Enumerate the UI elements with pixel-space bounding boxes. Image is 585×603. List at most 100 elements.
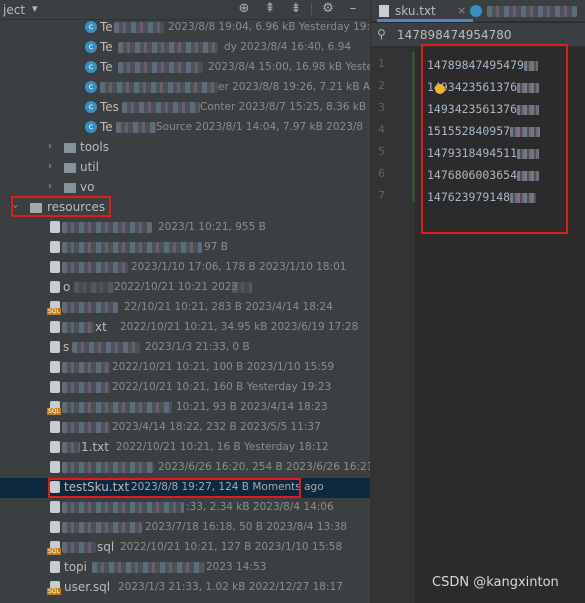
gear-icon[interactable]: ⚙	[320, 1, 336, 17]
file-name: testSku.txt	[64, 480, 130, 494]
line-number: 7	[378, 189, 385, 202]
file-icon	[50, 321, 60, 333]
tree-row-util[interactable]: › util	[0, 158, 370, 178]
tree-row[interactable]: s 2023/1/3 21:33, 0 B	[0, 338, 370, 358]
tree-row[interactable]: 2023/1/10 17:06, 178 B 2023/1/10 18:01	[0, 258, 370, 278]
collapse-all-icon[interactable]: ⇞	[262, 1, 278, 17]
file-meta: 2022/10/21 10:21, 127 B 2023/1/10 15:58	[120, 541, 343, 553]
project-panel: ject ▾ ⊕ ⇞ ⇟ ⚙ – c Te 2023/8/8 19:04, 6.…	[0, 0, 370, 603]
file-name: Te	[100, 120, 113, 134]
tree-row[interactable]: 2022/10/21 10:21, 100 B 2023/1/10 15:59	[0, 358, 370, 378]
file-icon	[50, 441, 60, 453]
file-icon	[50, 241, 60, 253]
watermark: CSDN @kangxinton	[432, 575, 559, 590]
folder-icon	[64, 183, 76, 193]
tree-row[interactable]: 2023/1 10:21, 955 B	[0, 218, 370, 238]
java-class-icon: c	[85, 21, 97, 33]
tree-row[interactable]: 2023/7/18 16:18, 50 B 2023/8/4 13:38	[0, 518, 370, 538]
tree-row[interactable]: user.sql 2023/1/3 21:33, 1.02 kB 2022/12…	[0, 578, 370, 598]
tree-row[interactable]: 10:21, 93 B 2023/4/14 18:23	[0, 398, 370, 418]
line-number: 6	[378, 167, 385, 180]
search-input[interactable]: 147898474954780	[397, 28, 512, 42]
chevron-right-icon[interactable]: ›	[45, 161, 55, 172]
folder-name: tools	[80, 140, 109, 154]
line-number: 1	[378, 57, 385, 70]
chevron-right-icon[interactable]: ›	[45, 181, 55, 192]
tree-row[interactable]: c Te dy 2023/8/4 16:40, 6.94	[0, 38, 370, 58]
tree-row[interactable]: 2022/10/21 10:21, 160 B Yesterday 19:23	[0, 378, 370, 398]
tree-row[interactable]: c Tes Conter 2023/8/7 15:25, 8.36 kB 2	[0, 98, 370, 118]
tree-row[interactable]: 97 B	[0, 238, 370, 258]
file-icon	[50, 261, 60, 273]
chevron-down-icon[interactable]: ›	[10, 202, 21, 212]
tab-java-file[interactable]	[467, 0, 585, 22]
expand-all-icon[interactable]: ⇟	[288, 1, 304, 17]
lightbulb-icon[interactable]	[435, 84, 445, 94]
tree-row[interactable]: o 2022/10/21 10:21 2023	[0, 278, 370, 298]
folder-name: util	[80, 160, 99, 174]
file-icon	[50, 361, 60, 373]
code-line[interactable]: 1493423561376	[427, 102, 540, 116]
minimize-icon[interactable]: –	[345, 1, 361, 17]
tree-row[interactable]: xt 2022/10/21 10:21, 34.95 kB 2023/6/19 …	[0, 318, 370, 338]
file-icon	[50, 341, 60, 353]
file-meta: Conter 2023/8/7 15:25, 8.36 kB 2	[200, 101, 370, 113]
tree-row[interactable]: 1.txt 2022/10/21 10:21, 16 B Yesterday 1…	[0, 438, 370, 458]
chevron-down-icon[interactable]: ▾	[32, 2, 38, 15]
file-meta: 2023/1/10 17:06, 178 B 2023/1/10 18:01	[131, 261, 347, 273]
code-line[interactable]: 1476806003654	[427, 168, 540, 182]
code-line[interactable]: 1479318494511	[427, 146, 540, 160]
file-meta: 2023/8/8 19:27, 124 B Moments ago	[131, 481, 324, 493]
file-meta: 2022/10/21 10:21, 16 B Yesterday 18:12	[116, 441, 329, 453]
file-meta: 2022/10/21 10:21, 34.95 kB 2023/6/19 17:…	[120, 321, 359, 333]
tree-row[interactable]: c Te Source 2023/8/1 14:04, 7.97 kB 2023…	[0, 118, 370, 138]
code-line[interactable]: 14789847495479	[427, 58, 538, 72]
file-icon	[379, 5, 389, 17]
file-meta: 2022/10/21 10:21 2023	[114, 281, 239, 293]
tree-row[interactable]: 2023/6/26 16:20, 254 B 2023/6/26 16:21	[0, 458, 370, 478]
file-meta: 22/10/21 10:21, 283 B 2023/4/14 18:24	[124, 301, 333, 313]
sql-file-icon	[47, 541, 61, 555]
file-meta: 2023/7/18 16:18, 50 B 2023/8/4 13:38	[145, 521, 348, 533]
tree-row[interactable]: sql 2022/10/21 10:21, 127 B 2023/1/10 15…	[0, 538, 370, 558]
tree-row-testsku[interactable]: testSku.txt 2023/8/8 19:27, 124 B Moment…	[0, 478, 370, 498]
file-meta: 2023/6/26 16:20, 254 B 2023/6/26 16:21	[158, 461, 370, 473]
line-number: 5	[378, 145, 385, 158]
code-line[interactable]: 147623979148	[427, 190, 537, 204]
file-name: o	[63, 280, 71, 294]
file-name: Te	[100, 20, 113, 34]
tree-row[interactable]: c Te 2023/8/4 15:00, 16.98 kB Yeste	[0, 58, 370, 78]
tree-row[interactable]: 2023/4/14 18:22, 232 B 2023/5/5 11:37	[0, 418, 370, 438]
file-meta: Source 2023/8/1 14:04, 7.97 kB 2023/8	[156, 121, 364, 133]
toolbar-divider	[311, 3, 312, 16]
tree-row-tools[interactable]: › tools	[0, 138, 370, 158]
crosshair-icon[interactable]: ⊕	[236, 1, 252, 17]
tab-sku-txt[interactable]: sku.txt ×	[377, 0, 473, 22]
file-name: Te	[100, 60, 113, 74]
chevron-right-icon[interactable]: ›	[45, 141, 55, 152]
file-meta: 2022/10/21 10:21, 160 B Yesterday 19:23	[112, 381, 332, 393]
project-title[interactable]: ject	[3, 3, 25, 17]
tree-row[interactable]: topi 2023 14:53	[0, 558, 370, 578]
tree-row-vo[interactable]: › vo	[0, 178, 370, 198]
file-meta: 2022/10/21 10:21, 100 B 2023/1/10 15:59	[112, 361, 335, 373]
tree-row[interactable]: c er 2023/8/8 19:26, 7.21 kB A minu	[0, 78, 370, 98]
editor-tab-bar: sku.txt ×	[371, 0, 585, 22]
java-class-icon: c	[85, 61, 97, 73]
java-class-icon: c	[85, 101, 97, 113]
search-icon[interactable]: ⚲	[377, 27, 386, 41]
file-name: Te	[100, 40, 113, 54]
tree-row[interactable]: :33, 2.34 kB 2023/8/4 14:06	[0, 498, 370, 518]
file-icon	[50, 221, 60, 233]
file-icon	[50, 461, 60, 473]
code-line[interactable]: 151552840957	[427, 124, 541, 138]
close-icon[interactable]: ×	[457, 4, 466, 17]
find-bar: ⚲ 147898474954780	[371, 23, 585, 47]
tree-row-resources[interactable]: › resources	[0, 198, 370, 218]
tree-row[interactable]: c Te 2023/8/8 19:04, 6.96 kB Yesterday 1…	[0, 18, 370, 38]
file-icon	[50, 481, 60, 493]
tree-row[interactable]: 22/10/21 10:21, 283 B 2023/4/14 18:24	[0, 298, 370, 318]
java-class-icon: c	[85, 41, 97, 53]
file-meta: 2023/4/14 18:22, 232 B 2023/5/5 11:37	[112, 421, 321, 433]
vcs-change-marker	[412, 52, 415, 202]
